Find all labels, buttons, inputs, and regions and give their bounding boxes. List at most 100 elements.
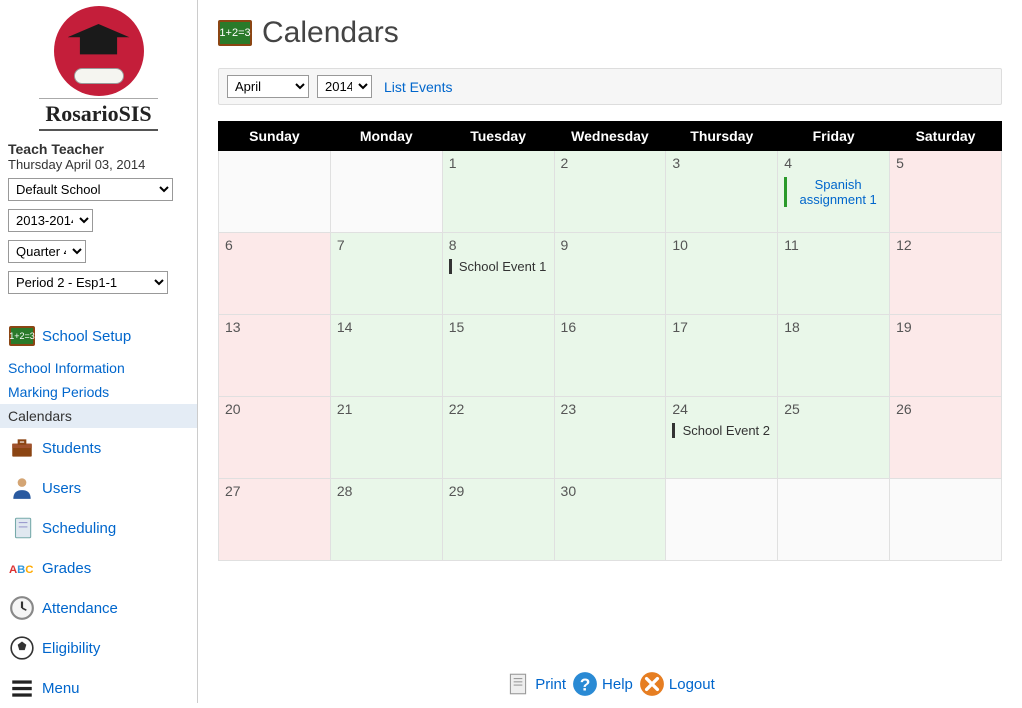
- calendar-cell[interactable]: 27: [219, 479, 331, 561]
- day-number: 17: [672, 319, 771, 335]
- clock-icon: [8, 594, 36, 622]
- day-header: Tuesday: [442, 122, 554, 151]
- calendar-cell[interactable]: 9: [554, 233, 666, 315]
- close-icon: [639, 671, 665, 697]
- calendar-cell[interactable]: [219, 151, 331, 233]
- nav-sub-marking[interactable]: Marking Periods: [0, 380, 197, 404]
- calendar-cell[interactable]: 6: [219, 233, 331, 315]
- calendar-cell[interactable]: 4 Spanish assignment 1: [778, 151, 890, 233]
- day-number: 9: [561, 237, 660, 253]
- calendar-cell[interactable]: 18: [778, 315, 890, 397]
- svg-text:A: A: [9, 564, 17, 576]
- calendar-cell[interactable]: 17: [666, 315, 778, 397]
- menu-icon: [8, 674, 36, 702]
- sidebar: RosarioSIS Teach Teacher Thursday April …: [0, 0, 198, 703]
- day-number: 4: [784, 155, 883, 171]
- calendar-cell[interactable]: [666, 479, 778, 561]
- day-number: 19: [896, 319, 995, 335]
- calendar-cell[interactable]: [330, 151, 442, 233]
- quarter-select[interactable]: Quarter 4: [8, 240, 86, 263]
- user-block: Teach Teacher Thursday April 03, 2014 De…: [0, 135, 197, 310]
- calendar-cell[interactable]: [778, 479, 890, 561]
- nav-label: Students: [42, 440, 101, 457]
- calendar-event[interactable]: Spanish assignment 1: [784, 177, 883, 207]
- period-select[interactable]: Period 2 - Esp1-1: [8, 271, 168, 294]
- calendar-event: School Event 1: [449, 259, 548, 274]
- calendar-cell[interactable]: 13: [219, 315, 331, 397]
- day-number: 25: [784, 401, 883, 417]
- day-number: 28: [337, 483, 436, 499]
- day-number: 16: [561, 319, 660, 335]
- help-button[interactable]: ? Help: [572, 671, 633, 697]
- nav-school-setup[interactable]: 1+2=3 School Setup: [0, 316, 197, 356]
- nav-eligibility[interactable]: Eligibility: [0, 628, 197, 668]
- nav-scheduling[interactable]: Scheduling: [0, 508, 197, 548]
- day-number: 18: [784, 319, 883, 335]
- nav-label: Menu: [42, 680, 80, 697]
- calendar-cell[interactable]: 5: [890, 151, 1002, 233]
- calendar-cell[interactable]: 12: [890, 233, 1002, 315]
- calendar-cell[interactable]: 23: [554, 397, 666, 479]
- calendar-cell[interactable]: 15: [442, 315, 554, 397]
- year-select[interactable]: 2013-2014: [8, 209, 93, 232]
- calendar-cell[interactable]: 7: [330, 233, 442, 315]
- school-select[interactable]: Default School: [8, 178, 173, 201]
- calendar-cell[interactable]: [890, 479, 1002, 561]
- chalkboard-icon: 1+2=3: [218, 20, 252, 46]
- calendar-cell[interactable]: 19: [890, 315, 1002, 397]
- calendar-cell[interactable]: 29: [442, 479, 554, 561]
- nav-users[interactable]: Users: [0, 468, 197, 508]
- calendar-cell[interactable]: 14: [330, 315, 442, 397]
- nav-grades[interactable]: ABC Grades: [0, 548, 197, 588]
- calendar-cell[interactable]: 2: [554, 151, 666, 233]
- nav: 1+2=3 School Setup School Information Ma…: [0, 310, 197, 708]
- month-select[interactable]: April: [227, 75, 309, 98]
- calendar-cell[interactable]: 22: [442, 397, 554, 479]
- year-filter-select[interactable]: 2014: [317, 75, 372, 98]
- nav-sub-school-info[interactable]: School Information: [0, 356, 197, 380]
- day-header: Sunday: [219, 122, 331, 151]
- page-title: Calendars: [262, 16, 399, 50]
- day-number: 3: [672, 155, 771, 171]
- nav-sub-calendars[interactable]: Calendars: [0, 404, 197, 428]
- nav-menu[interactable]: Menu: [0, 668, 197, 708]
- calendar-cell[interactable]: 3: [666, 151, 778, 233]
- svg-text:C: C: [25, 564, 33, 576]
- day-number: 22: [449, 401, 548, 417]
- calendar-cell[interactable]: 1: [442, 151, 554, 233]
- day-number: 5: [896, 155, 995, 171]
- calendar-cell[interactable]: 10: [666, 233, 778, 315]
- logo-icon: [54, 6, 144, 96]
- calendar-cell[interactable]: 26: [890, 397, 1002, 479]
- day-number: 12: [896, 237, 995, 253]
- day-header: Friday: [778, 122, 890, 151]
- day-number: 30: [561, 483, 660, 499]
- logout-button[interactable]: Logout: [639, 671, 715, 697]
- calendar-cell[interactable]: 24School Event 2: [666, 397, 778, 479]
- calendar-grid: SundayMondayTuesdayWednesdayThursdayFrid…: [218, 121, 1002, 561]
- briefcase-icon: [8, 434, 36, 462]
- list-events-link[interactable]: List Events: [384, 79, 452, 95]
- calendar-cell[interactable]: 16: [554, 315, 666, 397]
- notebook-icon: [8, 514, 36, 542]
- nav-students[interactable]: Students: [0, 428, 197, 468]
- user-icon: [8, 474, 36, 502]
- calendar-cell[interactable]: 25: [778, 397, 890, 479]
- footer: Print ? Help Logout: [198, 671, 1022, 697]
- nav-label: Users: [42, 480, 81, 497]
- calendar-cell[interactable]: 20: [219, 397, 331, 479]
- calendar-cell[interactable]: 11: [778, 233, 890, 315]
- day-number: 8: [449, 237, 548, 253]
- calendar-cell[interactable]: 30: [554, 479, 666, 561]
- day-header: Saturday: [890, 122, 1002, 151]
- calendar-cell[interactable]: 28: [330, 479, 442, 561]
- day-number: 2: [561, 155, 660, 171]
- logo[interactable]: RosarioSIS: [0, 0, 197, 135]
- nav-attendance[interactable]: Attendance: [0, 588, 197, 628]
- day-number: 23: [561, 401, 660, 417]
- calendar-cell[interactable]: 21: [330, 397, 442, 479]
- calendar-cell[interactable]: 8 School Event 1: [442, 233, 554, 315]
- day-number: 7: [337, 237, 436, 253]
- print-button[interactable]: Print: [505, 671, 566, 697]
- calendar-event: School Event 2: [672, 423, 771, 438]
